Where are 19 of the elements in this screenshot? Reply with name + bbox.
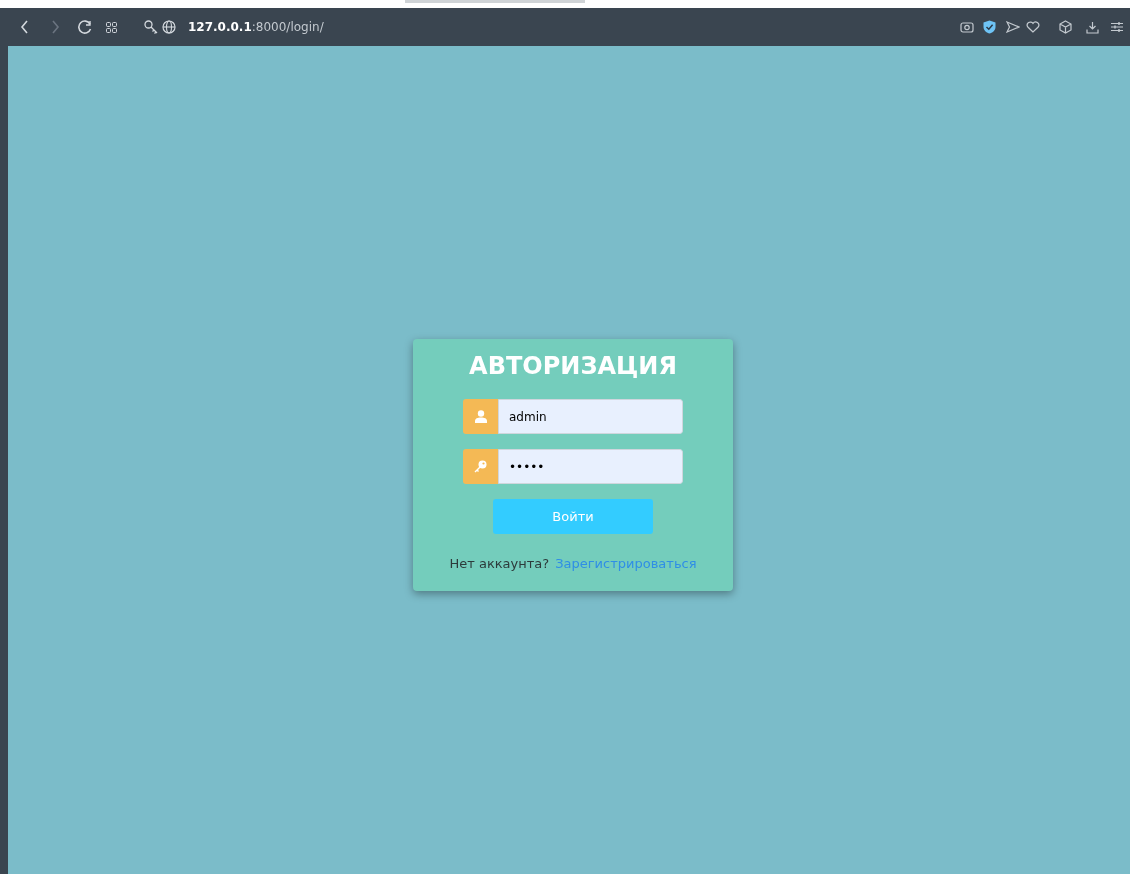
no-account-text: Нет аккаунта? <box>449 555 550 573</box>
send-icon[interactable] <box>1006 21 1020 33</box>
camera-icon[interactable] <box>960 21 974 33</box>
user-icon <box>474 410 487 423</box>
download-icon[interactable] <box>1086 20 1099 34</box>
key-icon <box>474 460 487 473</box>
username-field[interactable]: admin <box>498 399 683 434</box>
shield-icon[interactable] <box>983 20 996 34</box>
address-bar-url[interactable]: 127.0.0.1:8000/login/ <box>188 18 324 36</box>
key-icon[interactable] <box>144 20 158 34</box>
settings-icon[interactable] <box>1111 21 1123 33</box>
reload-icon[interactable] <box>78 20 92 34</box>
password-field[interactable]: ••••• <box>498 449 683 484</box>
grid-icon[interactable] <box>106 21 117 33</box>
cube-icon[interactable] <box>1059 20 1072 34</box>
back-icon[interactable] <box>20 20 30 34</box>
heart-icon[interactable] <box>1026 21 1040 33</box>
login-title: АВТОРИЗАЦИЯ <box>469 351 677 381</box>
globe-icon[interactable] <box>162 20 176 34</box>
